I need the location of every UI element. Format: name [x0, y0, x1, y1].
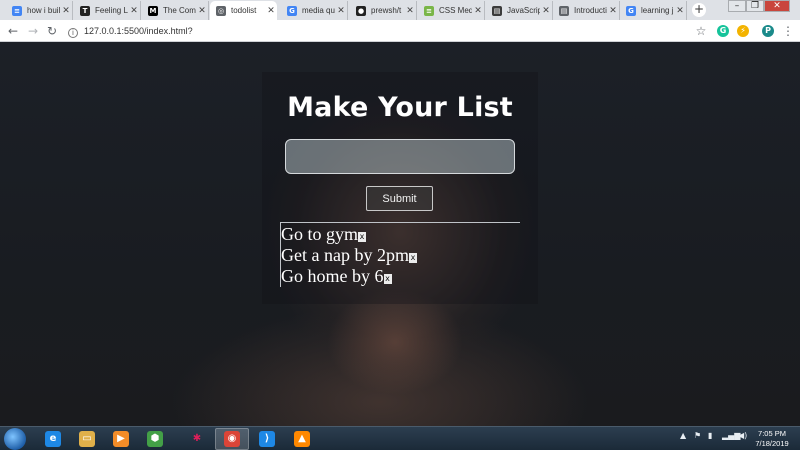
browser-tab[interactable]: M The Comp✕ [142, 1, 209, 20]
tab-title: how i buil [27, 6, 60, 15]
tab-close-icon[interactable]: ✕ [265, 6, 277, 16]
browser-tab[interactable]: T Feeling La✕ [74, 1, 141, 20]
tab-close-icon[interactable]: ✕ [335, 6, 347, 16]
address-bar[interactable]: i 127.0.0.1:5500/index.html? [68, 22, 708, 40]
delete-item-button[interactable]: x [408, 253, 417, 263]
minimize-button[interactable]: – [728, 0, 746, 12]
google-icon: G [626, 5, 636, 16]
todo-item: Go home by 6 x [281, 266, 417, 287]
tab-title: Introducti [574, 6, 607, 15]
todo-item: Get a nap by 2pm x [281, 245, 417, 266]
taskbar-app[interactable]: ◉ [215, 428, 249, 450]
doc-icon: ▤ [559, 5, 569, 16]
browser-tab[interactable]: ≡ how i buil ✕ [6, 1, 73, 20]
clock-time: 7:05 PM [758, 429, 786, 438]
tab-close-icon[interactable]: ✕ [128, 6, 140, 16]
tab-title: JavaScrip [507, 6, 540, 15]
taskbar-app[interactable]: ▲ [285, 428, 319, 450]
forward-button[interactable]: → [26, 23, 40, 39]
start-button[interactable] [4, 428, 26, 450]
taskbar-app[interactable]: ⬢ [138, 428, 172, 450]
google-icon: G [287, 5, 297, 16]
network-icon[interactable]: ⚑ [694, 431, 701, 440]
show-hidden-icons[interactable]: ▲ [680, 431, 686, 440]
bookmark-star-icon[interactable]: ☆ [694, 23, 708, 39]
windows-taskbar: ▲ ⚑ ▮ ▂▄▆ ◀) 7:05 PM 7/18/2019 e ▭ ▶ ⬢ ✱ ◉ ⟩ ▲ [0, 426, 800, 450]
tab-close-icon[interactable]: ✕ [60, 6, 72, 16]
browser-tab[interactable]: ≡ CSS Medi ✕ [418, 1, 485, 20]
medium-icon: M [148, 5, 158, 16]
tab-close-icon[interactable]: ✕ [607, 6, 619, 16]
delete-item-button[interactable]: x [358, 232, 367, 242]
ie-icon: e [45, 431, 61, 447]
back-button[interactable]: ← [6, 23, 20, 39]
browser-tab[interactable]: Glearning j ✕ [620, 1, 687, 20]
browser-toolbar: ← → ↻ i 127.0.0.1:5500/index.html? ☆ G ⚡ … [0, 20, 800, 42]
vscode-icon: ⟩ [259, 431, 275, 447]
battery-icon[interactable]: ▮ [708, 431, 712, 440]
todo-item-text: Get a nap by 2pm [281, 245, 409, 265]
grammarly-icon[interactable]: G [717, 25, 729, 37]
tab-close-icon[interactable]: ✕ [196, 6, 208, 16]
tab-title: media qu [302, 6, 335, 15]
taskbar-app[interactable]: ✱ [180, 428, 214, 450]
reload-button[interactable]: ↻ [45, 23, 59, 39]
github-icon: ● [356, 5, 366, 16]
todo-page: Make Your List Submit Go to gym x Get a … [0, 42, 800, 426]
browser-tab-strip: Glearning j ✕ ▤ Introducti ✕ ▤ JavaScrip ✕ ≡ CSS … [0, 0, 800, 20]
browser-tab[interactable]: ◎ todolist ✕ [210, 1, 277, 20]
browser-tab[interactable]: ▤ Introducti ✕ [553, 1, 620, 20]
tab-title: prewsh/t [371, 6, 402, 15]
tab-title: CSS Medi [439, 6, 472, 15]
tab-close-icon[interactable]: ✕ [674, 6, 686, 16]
delete-item-button[interactable]: x [383, 274, 392, 284]
info-icon[interactable]: i [68, 28, 78, 38]
browser-tab[interactable]: ● prewsh/t ✕ [350, 1, 417, 20]
tab-title: learning j [641, 6, 674, 15]
globe-icon: ◎ [216, 5, 226, 16]
restore-button[interactable]: ❐ [746, 0, 764, 12]
menu-kebab-icon[interactable]: ⋮ [781, 23, 795, 39]
submit-button[interactable]: Submit [366, 186, 433, 211]
taskbar-app[interactable]: e [36, 428, 70, 450]
url-text: 127.0.0.1:5500/index.html? [84, 26, 193, 36]
taskbar-app[interactable]: ▭ [70, 428, 104, 450]
todo-item-text: Go home by 6 [281, 266, 384, 286]
volume-icon[interactable]: ◀) [738, 431, 747, 440]
tab-title: The Comp [163, 6, 196, 15]
media-player-icon: ▶ [113, 431, 129, 447]
todo-item: Go to gym x [281, 224, 417, 245]
taskbar-app[interactable]: ▶ [104, 428, 138, 450]
explorer-icon: ▭ [79, 431, 95, 447]
doc-icon: ▤ [492, 5, 502, 16]
todo-item-text: Go to gym [281, 224, 359, 244]
window-close-button[interactable]: ✕ [764, 0, 790, 12]
tab-close-icon[interactable]: ✕ [540, 6, 552, 16]
css-icon: ≡ [424, 5, 434, 16]
tab-close-icon[interactable]: ✕ [472, 6, 484, 16]
slack-icon: ✱ [192, 433, 202, 444]
vlc-icon: ▲ [294, 431, 310, 447]
todo-input[interactable] [285, 139, 515, 174]
browser-tab[interactable]: ▤ JavaScrip ✕ [486, 1, 553, 20]
tab-title: todolist [231, 6, 257, 15]
nyt-icon: T [80, 5, 90, 16]
browser-tab[interactable]: Gmedia qu ✕ [281, 1, 348, 20]
clock-date: 7/18/2019 [755, 439, 789, 448]
todo-list: Go to gym x Get a nap by 2pm x Go home b… [280, 223, 417, 287]
system-clock[interactable]: 7:05 PM 7/18/2019 [750, 429, 794, 449]
docs-icon: ≡ [12, 5, 22, 16]
tab-title: Feeling La [95, 6, 128, 15]
taskbar-app[interactable]: ⟩ [250, 428, 284, 450]
profile-avatar[interactable]: P [762, 25, 774, 37]
chrome-icon: ◉ [224, 431, 240, 447]
node-icon: ⬢ [147, 431, 163, 447]
tab-close-icon[interactable]: ✕ [404, 6, 416, 16]
new-tab-button[interactable]: + [692, 3, 706, 17]
page-title: Make Your List [287, 92, 513, 123]
extension-icon[interactable]: ⚡ [737, 25, 749, 37]
